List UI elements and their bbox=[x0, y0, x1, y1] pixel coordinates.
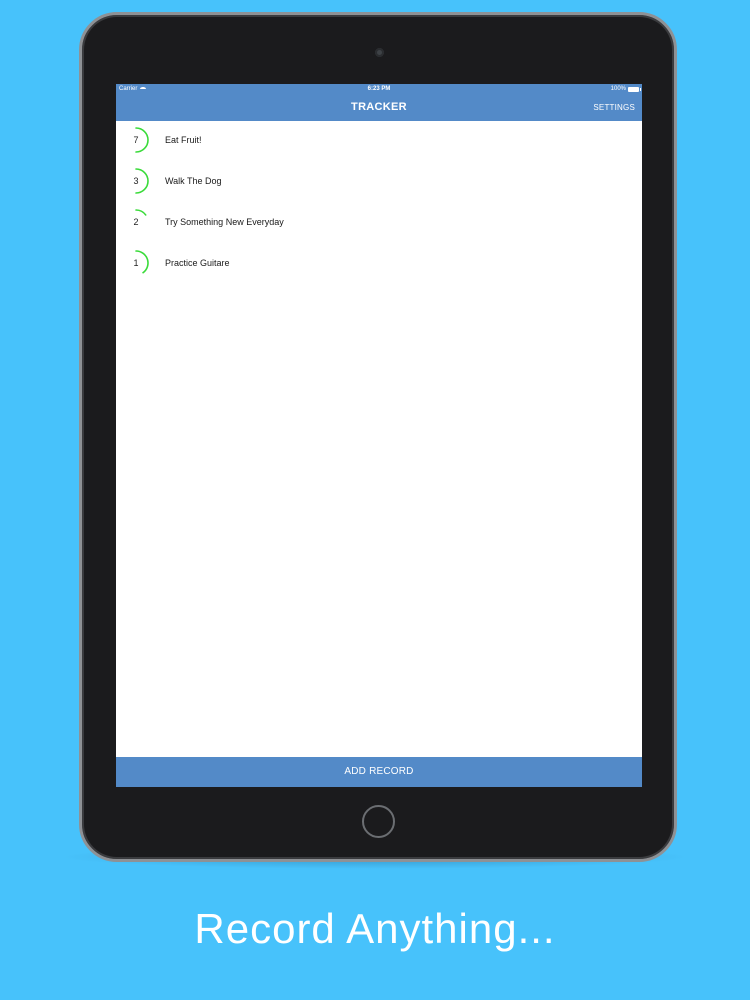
add-record-button[interactable]: ADD RECORD bbox=[116, 757, 642, 787]
battery-percentage: 100% bbox=[610, 86, 626, 92]
record-label: Walk The Dog bbox=[165, 176, 222, 186]
list-item[interactable]: 2 Try Something New Everyday bbox=[116, 203, 642, 244]
progress-ring: 7 bbox=[122, 126, 150, 154]
record-label: Try Something New Everyday bbox=[165, 217, 284, 227]
record-label: Eat Fruit! bbox=[165, 135, 202, 145]
status-time: 6:23 PM bbox=[367, 86, 391, 92]
list-item[interactable]: 3 Walk The Dog bbox=[116, 162, 642, 203]
page-title: TRACKER bbox=[351, 101, 407, 113]
progress-ring: 1 bbox=[122, 249, 150, 277]
record-list: 7 Eat Fruit! 3 Walk The Dog 2 Try Someth… bbox=[116, 121, 642, 285]
record-count: 3 bbox=[133, 176, 139, 186]
battery-icon bbox=[628, 86, 641, 92]
promo-caption: Record Anything... bbox=[194, 905, 556, 952]
progress-ring: 2 bbox=[122, 208, 150, 236]
record-count: 2 bbox=[133, 217, 139, 227]
settings-button[interactable]: SETTINGS bbox=[593, 103, 635, 112]
app-screen: Carrier 6:23 PM 100% TRACKER SETTINGS 7 … bbox=[116, 84, 642, 787]
record-label: Practice Guitare bbox=[165, 258, 230, 268]
progress-ring: 3 bbox=[122, 167, 150, 195]
battery-indicator: 100% bbox=[610, 86, 641, 92]
list-item[interactable]: 7 Eat Fruit! bbox=[116, 121, 642, 162]
status-bar: Carrier 6:23 PM 100% bbox=[116, 84, 642, 96]
record-count: 1 bbox=[133, 258, 139, 268]
camera-icon bbox=[375, 48, 384, 57]
record-count: 7 bbox=[133, 135, 139, 145]
navigation-bar: TRACKER SETTINGS bbox=[116, 96, 642, 121]
home-button[interactable] bbox=[362, 805, 395, 838]
list-item[interactable]: 1 Practice Guitare bbox=[116, 244, 642, 285]
